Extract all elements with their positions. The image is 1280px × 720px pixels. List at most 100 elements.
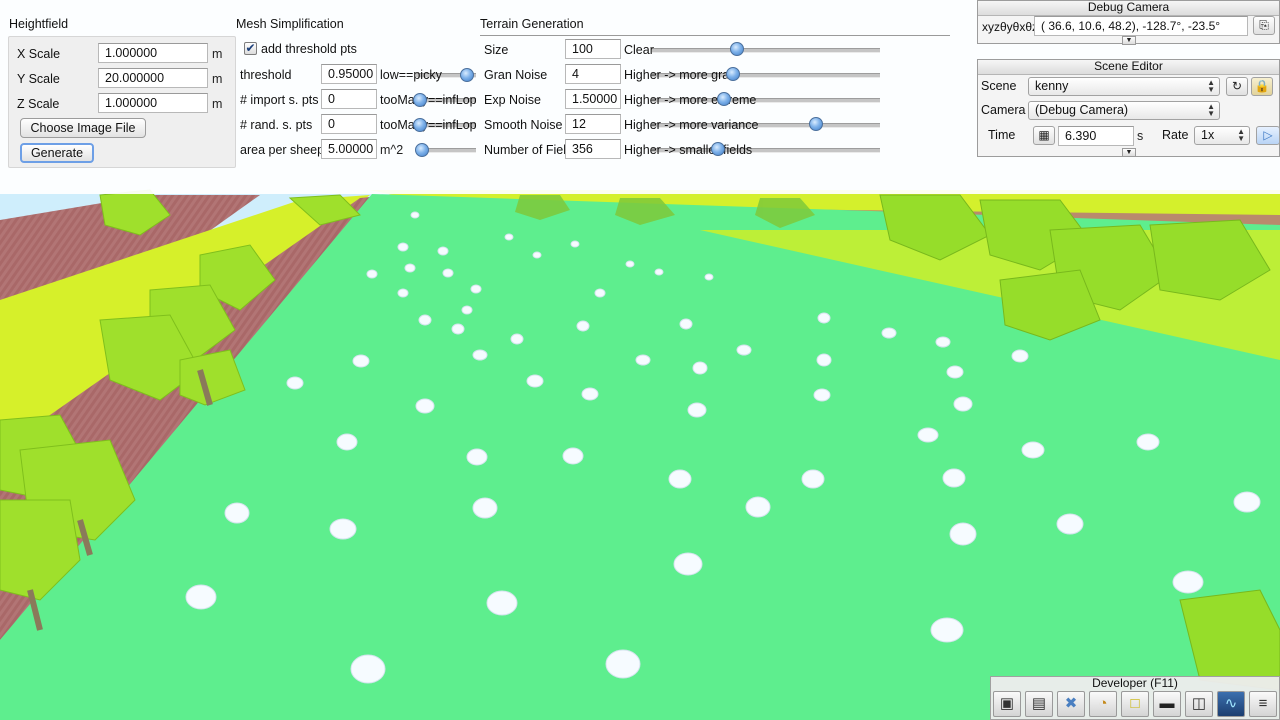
threshold-slider-knob[interactable] [460, 68, 474, 82]
import-pts-slider-knob[interactable] [413, 93, 427, 107]
rate-dropdown[interactable]: 1x ▲ ▼ [1194, 126, 1250, 145]
sheep [917, 427, 939, 443]
sheep [185, 584, 217, 610]
camera-dropdown-arrow-icon: ▲ ▼ [1207, 102, 1215, 118]
sheep [687, 402, 707, 418]
gran-noise-hint: Higher -> more gran [624, 68, 737, 82]
sheep [704, 273, 714, 281]
gran-noise-input[interactable]: 4 [565, 64, 621, 84]
import-pts-label: # import s. pts [240, 93, 319, 107]
camera-dropdown-value: (Debug Camera) [1035, 103, 1129, 117]
area-per-sheep-input[interactable]: 5.00000 [321, 139, 377, 159]
heightfield-title: Heightfield [9, 17, 69, 31]
terrain-divider [480, 35, 950, 36]
sheep [350, 654, 386, 684]
clapper-tool-icon[interactable]: ▤ [1025, 691, 1053, 717]
film-strip-icon[interactable]: ▦ [1033, 126, 1055, 145]
exp-noise-slider-knob[interactable] [717, 92, 731, 106]
z-scale-unit: m [212, 97, 223, 111]
size-slider-knob[interactable] [730, 42, 744, 56]
reload-scene-icon[interactable]: ↻ [1226, 77, 1248, 96]
sheep [935, 336, 951, 348]
sheep [1011, 349, 1029, 363]
sheep [946, 365, 964, 379]
sheep [442, 268, 454, 278]
camera-axis-label: xyzθyθxθz [982, 20, 1039, 34]
camera-coords-field[interactable]: ( 36.6, 10.6, 48.2), -128.7°, -23.5° [1034, 16, 1248, 36]
sheep [1233, 491, 1261, 513]
smooth-noise-label: Smooth Noise [484, 118, 563, 132]
threshold-input[interactable]: 0.95000 [321, 64, 377, 84]
size-slider-track[interactable] [652, 48, 880, 53]
debug-camera-expand-icon[interactable]: ▼ [1122, 36, 1136, 45]
sheep [286, 376, 304, 390]
camera-tool-icon[interactable]: ▣ [993, 691, 1021, 717]
rate-label: Rate [1162, 128, 1189, 142]
scene-editor-title[interactable]: Scene Editor [978, 60, 1279, 75]
page-icon[interactable]: ≡ [1249, 691, 1277, 717]
windows-icon[interactable]: ◫ [1185, 691, 1213, 717]
gran-noise-slider-knob[interactable] [726, 67, 740, 81]
number-of-fields-slider-knob[interactable] [711, 142, 725, 156]
sheep [418, 314, 432, 326]
choose-image-file-button[interactable]: Choose Image File [20, 118, 146, 138]
rand-pts-input[interactable]: 0 [321, 114, 377, 134]
mesh-simplification-title: Mesh Simplification [236, 17, 344, 31]
size-label: Size [484, 43, 509, 57]
x-scale-input[interactable]: 1.000000 [98, 43, 208, 63]
exp-noise-label: Exp Noise [484, 93, 541, 107]
import-pts-input[interactable]: 0 [321, 89, 377, 109]
sheep [472, 349, 488, 361]
developer-title[interactable]: Developer (F11) [991, 677, 1279, 689]
exp-noise-input[interactable]: 1.50000 [565, 89, 621, 109]
sheep [470, 284, 482, 294]
y-scale-input[interactable]: 20.000000 [98, 68, 208, 88]
sheep [1056, 513, 1084, 535]
scene-editor-expand-icon[interactable]: ▼ [1122, 148, 1136, 157]
sheep [336, 433, 358, 451]
scene-editor-window: Scene Editor Scene kenny ▲ ▼ ↻ 🔒 Camera (… [977, 59, 1280, 157]
smooth-noise-hint: Higher -> more variance [624, 118, 759, 132]
size-hint: Clear [624, 43, 654, 57]
import-pts-hint: tooMany==infLop [380, 93, 477, 107]
clock-icon[interactable]: ◔ [1089, 691, 1117, 717]
camera-dropdown[interactable]: (Debug Camera) ▲ ▼ [1028, 101, 1220, 120]
z-scale-input[interactable]: 1.000000 [98, 93, 208, 113]
number-of-fields-input[interactable]: 356 [565, 139, 621, 159]
number-of-fields-hint: Higher -> smaller fields [624, 143, 753, 157]
terrain-generation-title: Terrain Generation [480, 17, 584, 31]
generate-button[interactable]: Generate [20, 143, 94, 163]
sheep [570, 240, 580, 248]
note-icon[interactable]: □ [1121, 691, 1149, 717]
play-icon[interactable]: ▷ [1256, 126, 1280, 145]
smooth-noise-input[interactable]: 12 [565, 114, 621, 134]
scene-label: Scene [981, 79, 1017, 93]
sheep [1172, 570, 1204, 594]
sheep [224, 502, 250, 524]
time-label: Time [988, 128, 1016, 142]
sheep [532, 251, 542, 259]
rand-pts-hint: tooMany==infLop [380, 118, 477, 132]
rand-pts-slider-knob[interactable] [413, 118, 427, 132]
debug-camera-title[interactable]: Debug Camera [978, 1, 1279, 16]
scene-dropdown[interactable]: kenny ▲ ▼ [1028, 77, 1220, 96]
smooth-noise-slider-knob[interactable] [809, 117, 823, 131]
graph-icon[interactable]: ∿ [1217, 691, 1245, 717]
copy-coords-icon[interactable]: ⎘ [1253, 16, 1275, 35]
console-icon[interactable]: ▬ [1153, 691, 1181, 717]
sheep [581, 387, 599, 401]
x-scale-unit: m [212, 47, 223, 61]
scene-dropdown-arrow-icon: ▲ ▼ [1207, 78, 1215, 94]
sheep [352, 354, 370, 368]
add-threshold-label: add threshold pts [261, 42, 357, 56]
sheep [486, 590, 518, 616]
tools-icon[interactable]: ✖ [1057, 691, 1085, 717]
time-unit: s [1137, 129, 1144, 143]
area-per-sheep-slider-knob[interactable] [415, 143, 429, 157]
sheep [410, 211, 420, 219]
sheep [451, 323, 465, 335]
add-threshold-checkbox[interactable]: ✔ [244, 42, 257, 55]
lock-icon[interactable]: 🔒 [1251, 77, 1273, 96]
size-input[interactable]: 100 [565, 39, 621, 59]
time-input[interactable]: 6.390 [1058, 126, 1134, 146]
